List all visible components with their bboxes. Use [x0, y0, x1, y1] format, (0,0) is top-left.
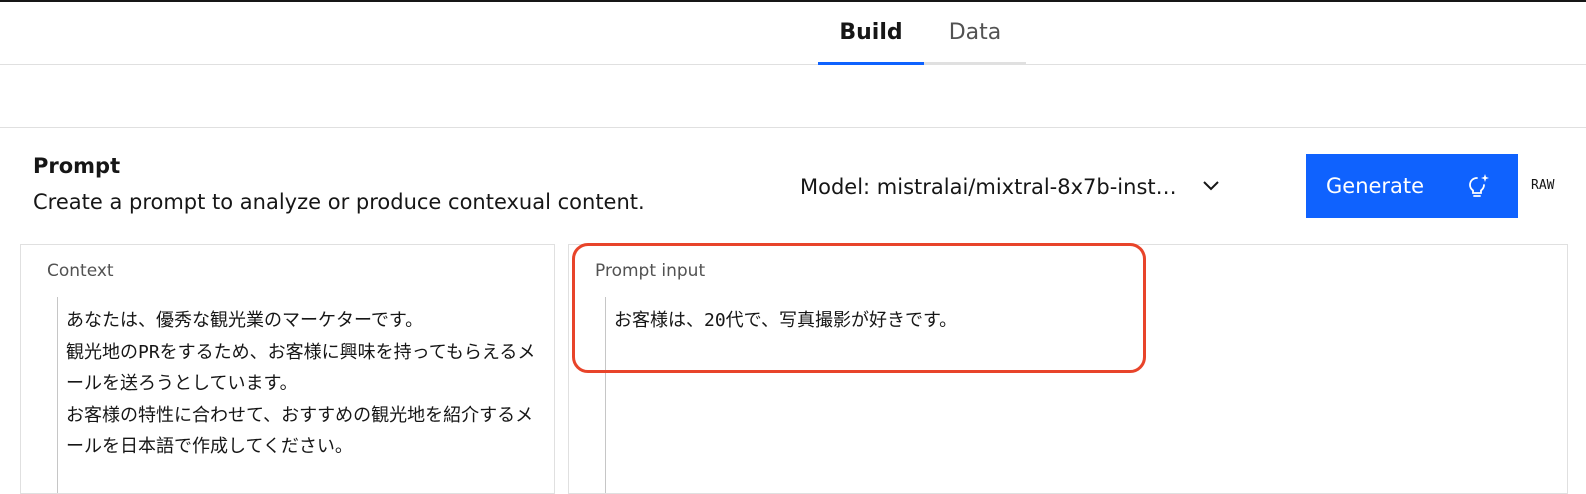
prompt-input-panel: Prompt input お客様は、20代で、写真撮影が好きです。 [568, 244, 1568, 494]
prompt-input-label: Prompt input [595, 261, 706, 281]
prompt-title: Prompt [33, 154, 121, 178]
context-label: Context [47, 261, 114, 281]
tab-build[interactable]: Build [818, 2, 924, 65]
tab-bar: Build Data [0, 2, 1586, 65]
lightbulb-sparkle-icon [1469, 174, 1489, 197]
context-panel: Context あなたは、優秀な観光業のマーケターです。 観光地のPRをするため… [20, 244, 555, 494]
prompt-input-textarea[interactable]: お客様は、20代で、写真撮影が好きです。 [605, 297, 1557, 493]
prompt-description: Create a prompt to analyze or produce co… [33, 190, 645, 214]
tab-data[interactable]: Data [924, 2, 1026, 65]
model-select[interactable]: Model: mistralai/mixtral-8x7b-inst… [800, 165, 1225, 209]
generate-button-label: Generate [1326, 174, 1425, 198]
generate-button[interactable]: Generate [1306, 154, 1518, 218]
chevron-down-icon [1203, 181, 1219, 191]
context-textarea[interactable]: あなたは、優秀な観光業のマーケターです。 観光地のPRをするため、お客様に興味を… [57, 297, 544, 493]
model-select-label: Model: mistralai/mixtral-8x7b-inst… [800, 175, 1177, 199]
section-divider [0, 127, 1586, 128]
raw-toggle[interactable]: RAW [1531, 178, 1554, 193]
